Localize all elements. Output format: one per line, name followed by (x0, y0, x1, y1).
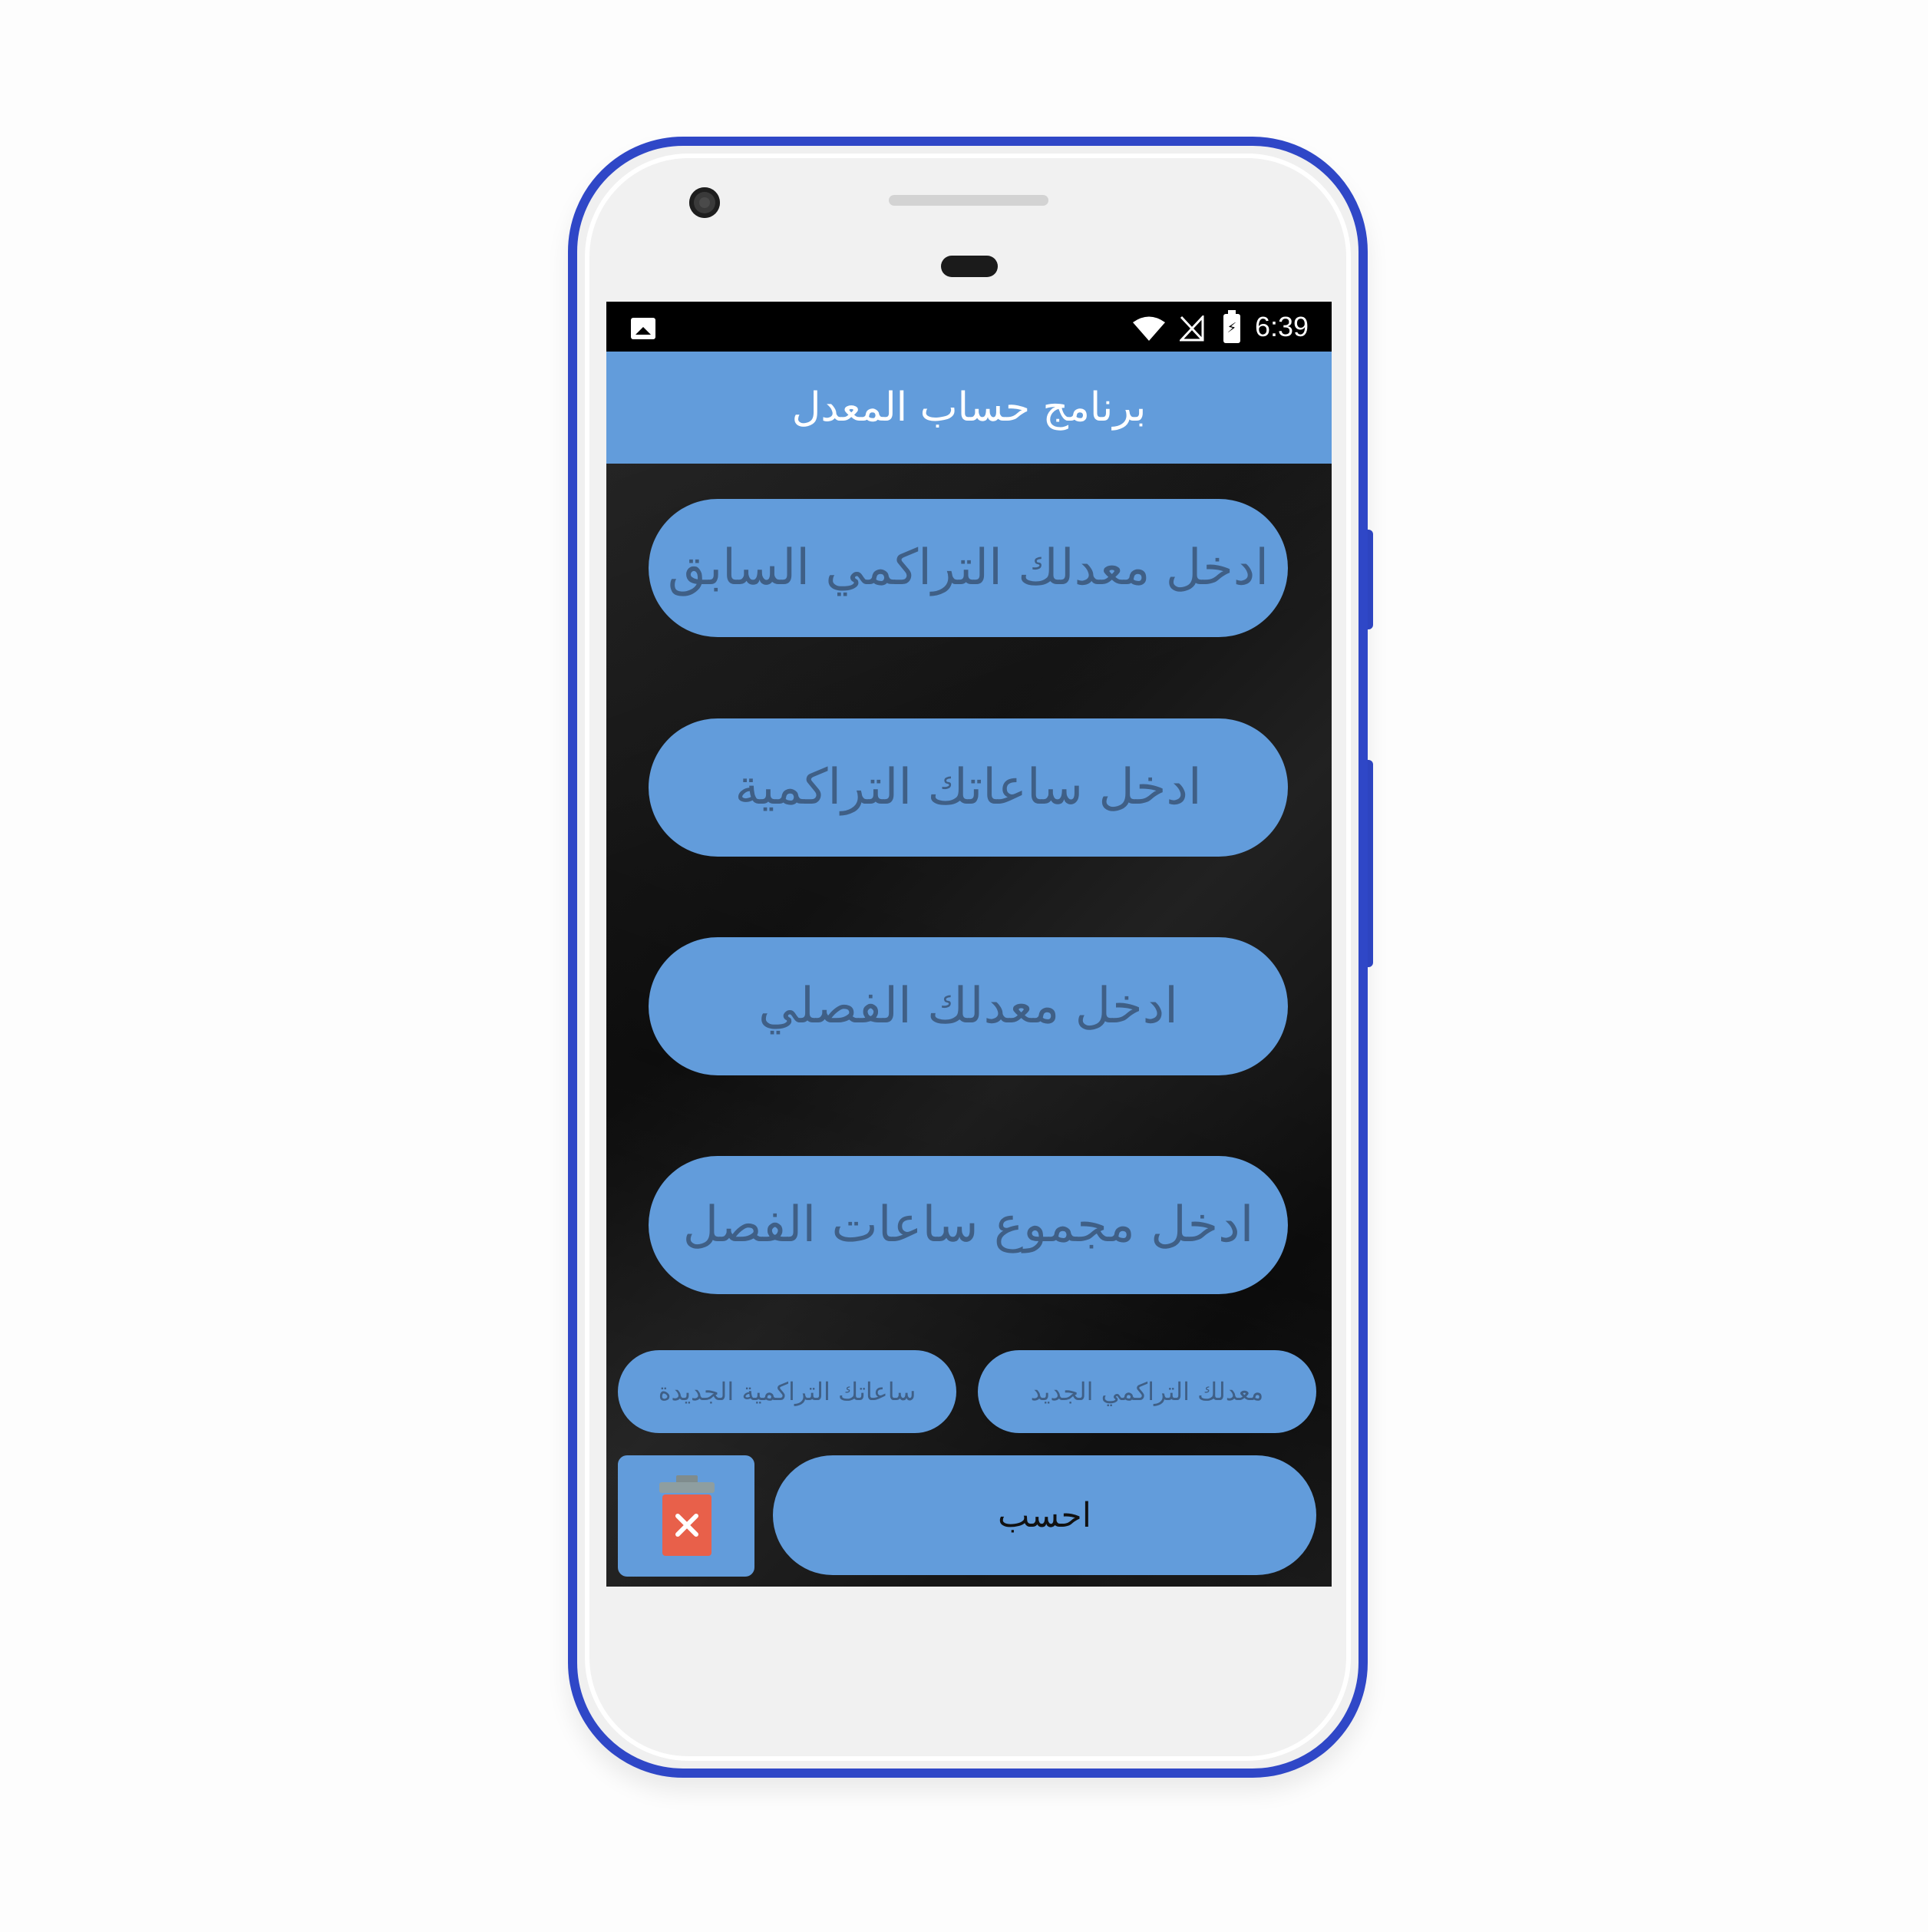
semester-gpa-placeholder: ادخل معدلك الفصلي (758, 978, 1178, 1035)
semester-hours-input[interactable]: ادخل مجموع ساعات الفصل (649, 1156, 1288, 1294)
calculate-label: احسب (998, 1495, 1091, 1535)
device-mockup: ⚡ 6:39 برنامج حساب المعدل ادخل معدلك الت… (0, 0, 1928, 1932)
new-gpa-label: معدلك التراكمي الجديد (1030, 1377, 1264, 1406)
cumulative-hours-placeholder: ادخل ساعاتك التراكمية (735, 759, 1202, 816)
new-hours-label: ساعاتك التراكمية الجديدة (658, 1377, 916, 1406)
status-bar: ⚡ 6:39 (606, 302, 1332, 352)
trash-clear-icon (659, 1475, 715, 1556)
semester-gpa-input[interactable]: ادخل معدلك الفصلي (649, 937, 1288, 1075)
app-screen: ⚡ 6:39 برنامج حساب المعدل ادخل معدلك الت… (606, 302, 1332, 1587)
new-cumulative-hours-output: ساعاتك التراكمية الجديدة (618, 1350, 956, 1433)
new-cumulative-gpa-output: معدلك التراكمي الجديد (978, 1350, 1316, 1433)
clear-button[interactable] (618, 1455, 754, 1577)
front-camera (689, 187, 720, 218)
signal-icon (1180, 315, 1204, 342)
calculate-button[interactable]: احسب (773, 1455, 1316, 1575)
previous-gpa-placeholder: ادخل معدلك التراكمي السابق (667, 540, 1269, 596)
semester-hours-placeholder: ادخل مجموع ساعات الفصل (682, 1197, 1254, 1253)
battery-charging-icon: ⚡ (1223, 310, 1240, 343)
app-bar: برنامج حساب المعدل (606, 352, 1332, 464)
proximity-sensor (941, 256, 998, 277)
earpiece-speaker (889, 195, 1048, 206)
previous-gpa-input[interactable]: ادخل معدلك التراكمي السابق (649, 499, 1288, 637)
image-icon (631, 318, 655, 339)
status-time: 6:39 (1255, 311, 1309, 342)
content-area: ادخل معدلك التراكمي السابق ادخل ساعاتك ا… (606, 464, 1332, 1587)
wifi-icon (1133, 316, 1165, 341)
app-title: برنامج حساب المعدل (791, 385, 1147, 431)
cumulative-hours-input[interactable]: ادخل ساعاتك التراكمية (649, 718, 1288, 857)
